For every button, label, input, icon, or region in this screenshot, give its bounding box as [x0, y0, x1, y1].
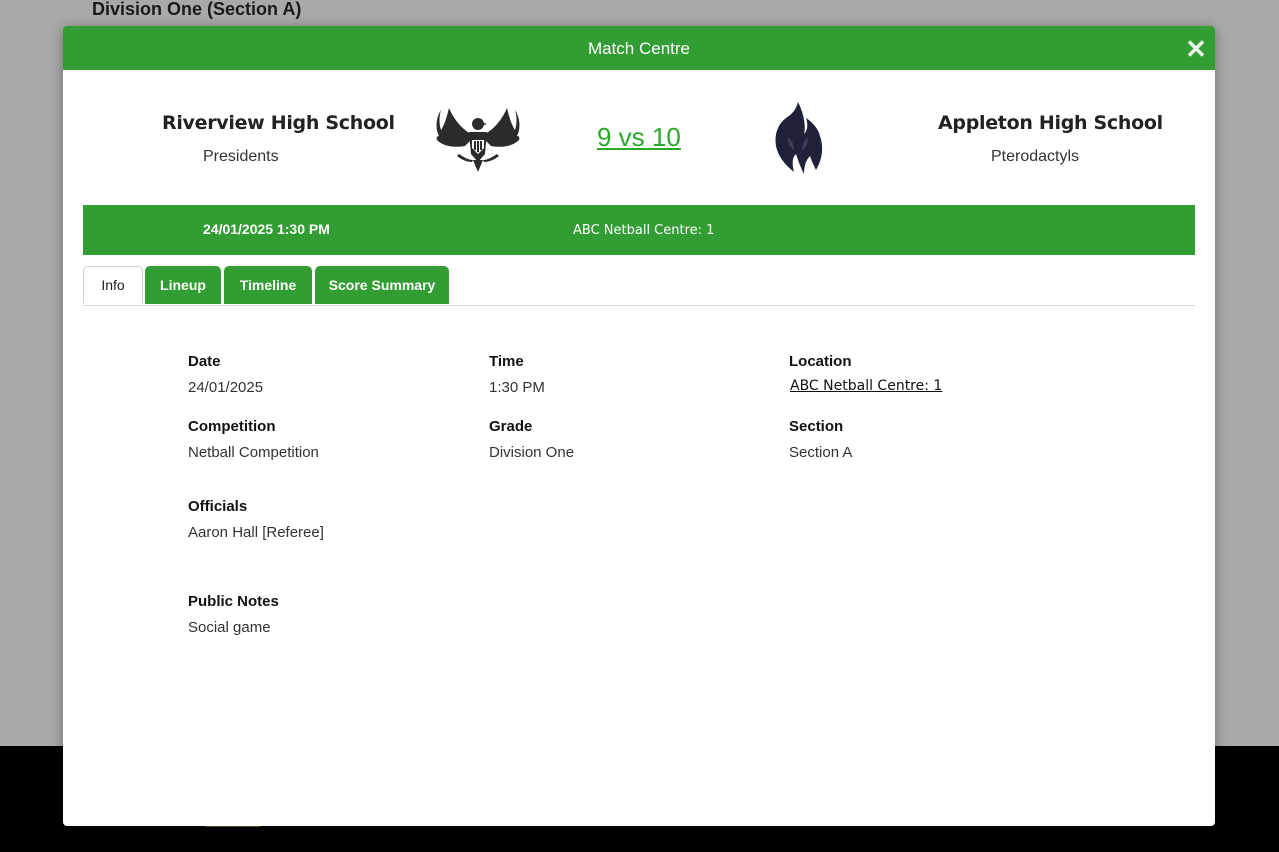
date-value: 24/01/2025	[188, 379, 264, 396]
away-team-nickname: Pterodactyls	[991, 148, 1080, 165]
close-icon[interactable]: ✕	[1185, 36, 1207, 62]
location-label: Location	[789, 353, 852, 370]
grade-label: Grade	[489, 418, 533, 435]
location-link[interactable]: ABC Netball Centre: 1	[790, 378, 942, 394]
home-team-nickname: Presidents	[203, 148, 279, 165]
page-heading: Division One (Section A)	[92, 0, 302, 19]
time-value: 1:30 PM	[489, 379, 545, 396]
modal-header: Match Centre ✕	[63, 26, 1215, 70]
pterodactyl-icon	[775, 102, 823, 174]
competition-label: Competition	[188, 418, 276, 435]
grade-value: Division One	[489, 444, 575, 461]
match-centre-modal: Match Centre ✕ Riverview High School Pre…	[63, 26, 1215, 826]
public-notes-value: Social game	[188, 619, 271, 636]
match-info-bar: 24/01/2025 1:30 PM ABC Netball Centre: 1	[83, 205, 1195, 255]
section-label: Section	[789, 418, 844, 435]
tab-lineup[interactable]: Lineup	[145, 266, 221, 304]
home-team-name: Riverview High School	[162, 112, 395, 134]
competition-value: Netball Competition	[188, 444, 319, 461]
section-value: Section A	[789, 444, 853, 461]
time-label: Time	[489, 353, 524, 370]
away-team-name: Appleton High School	[938, 112, 1163, 134]
officials-value: Aaron Hall [Referee]	[188, 524, 324, 541]
score-link[interactable]: 9 vs 10	[597, 122, 681, 153]
modal-title: Match Centre	[587, 39, 691, 58]
tab-info[interactable]: Info	[83, 266, 143, 304]
tab-timeline[interactable]: Timeline	[224, 266, 312, 304]
public-notes-label: Public Notes	[188, 593, 279, 610]
match-datetime: 24/01/2025 1:30 PM	[203, 221, 330, 237]
match-venue: ABC Netball Centre: 1	[573, 223, 715, 238]
tab-score-summary[interactable]: Score Summary	[315, 266, 449, 304]
eagle-icon	[436, 108, 520, 172]
tab-bar: Info Lineup Timeline Score Summary	[83, 266, 1195, 306]
date-label: Date	[188, 353, 221, 370]
officials-label: Officials	[188, 498, 248, 515]
